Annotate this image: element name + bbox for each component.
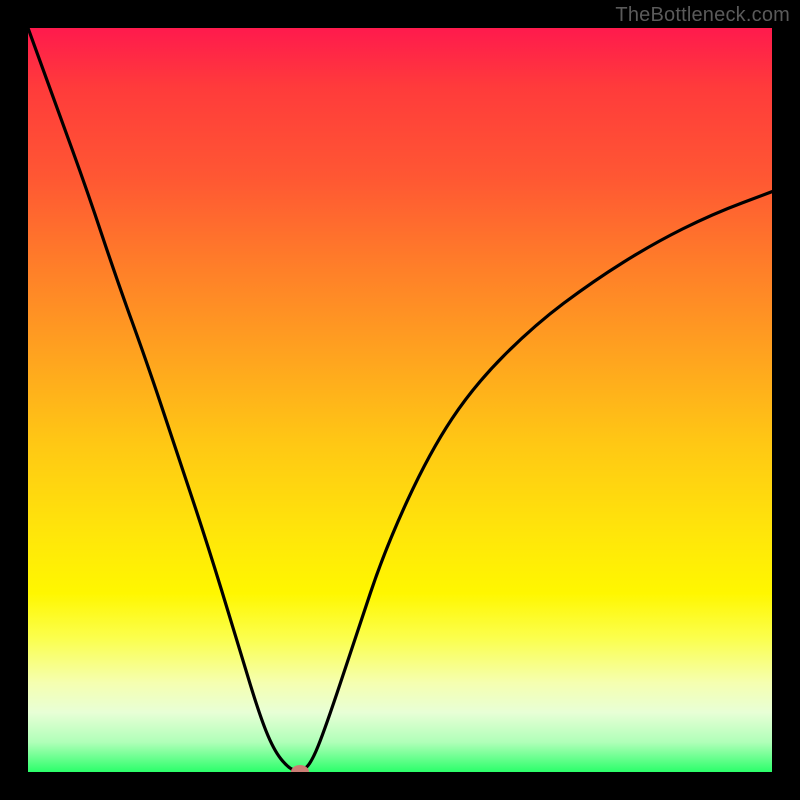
chart-frame: TheBottleneck.com — [0, 0, 800, 800]
minimum-marker-icon — [291, 765, 309, 772]
bottleneck-curve — [28, 28, 772, 771]
plot-area — [28, 28, 772, 772]
curve-svg — [28, 28, 772, 772]
watermark-label: TheBottleneck.com — [615, 4, 790, 27]
